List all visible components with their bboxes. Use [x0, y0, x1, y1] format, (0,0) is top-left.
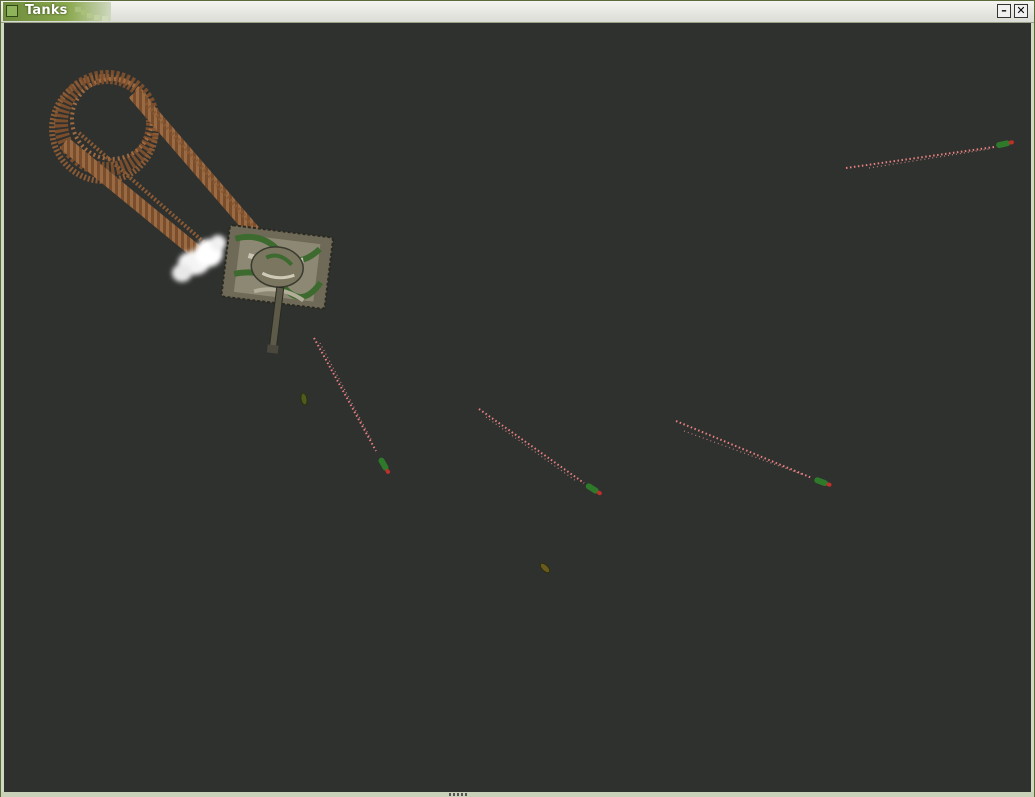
resize-grip-icon[interactable] — [449, 793, 467, 796]
missile-trail — [313, 337, 377, 452]
title-bar[interactable]: Tanks – ✕ — [1, 1, 1034, 23]
title-decoration-icon — [75, 7, 108, 21]
game-canvas[interactable] — [4, 23, 1031, 792]
tank-app-icon[interactable] — [6, 5, 18, 17]
window-bottom-border — [1, 792, 1034, 797]
missile-trail — [845, 146, 995, 169]
missile-trail — [478, 408, 585, 484]
player-tank — [220, 224, 334, 354]
missile — [996, 140, 1014, 149]
missile-trail — [675, 420, 813, 479]
shell — [539, 562, 551, 574]
shell — [300, 392, 308, 406]
close-icon[interactable]: ✕ — [1014, 4, 1028, 18]
game-window: Tanks – ✕ — [0, 0, 1035, 797]
battlefield — [49, 70, 1014, 574]
missile — [378, 457, 390, 474]
missile — [585, 483, 602, 496]
window-title: Tanks — [25, 3, 68, 18]
minimize-icon[interactable]: – — [997, 4, 1011, 18]
missile — [814, 477, 832, 487]
